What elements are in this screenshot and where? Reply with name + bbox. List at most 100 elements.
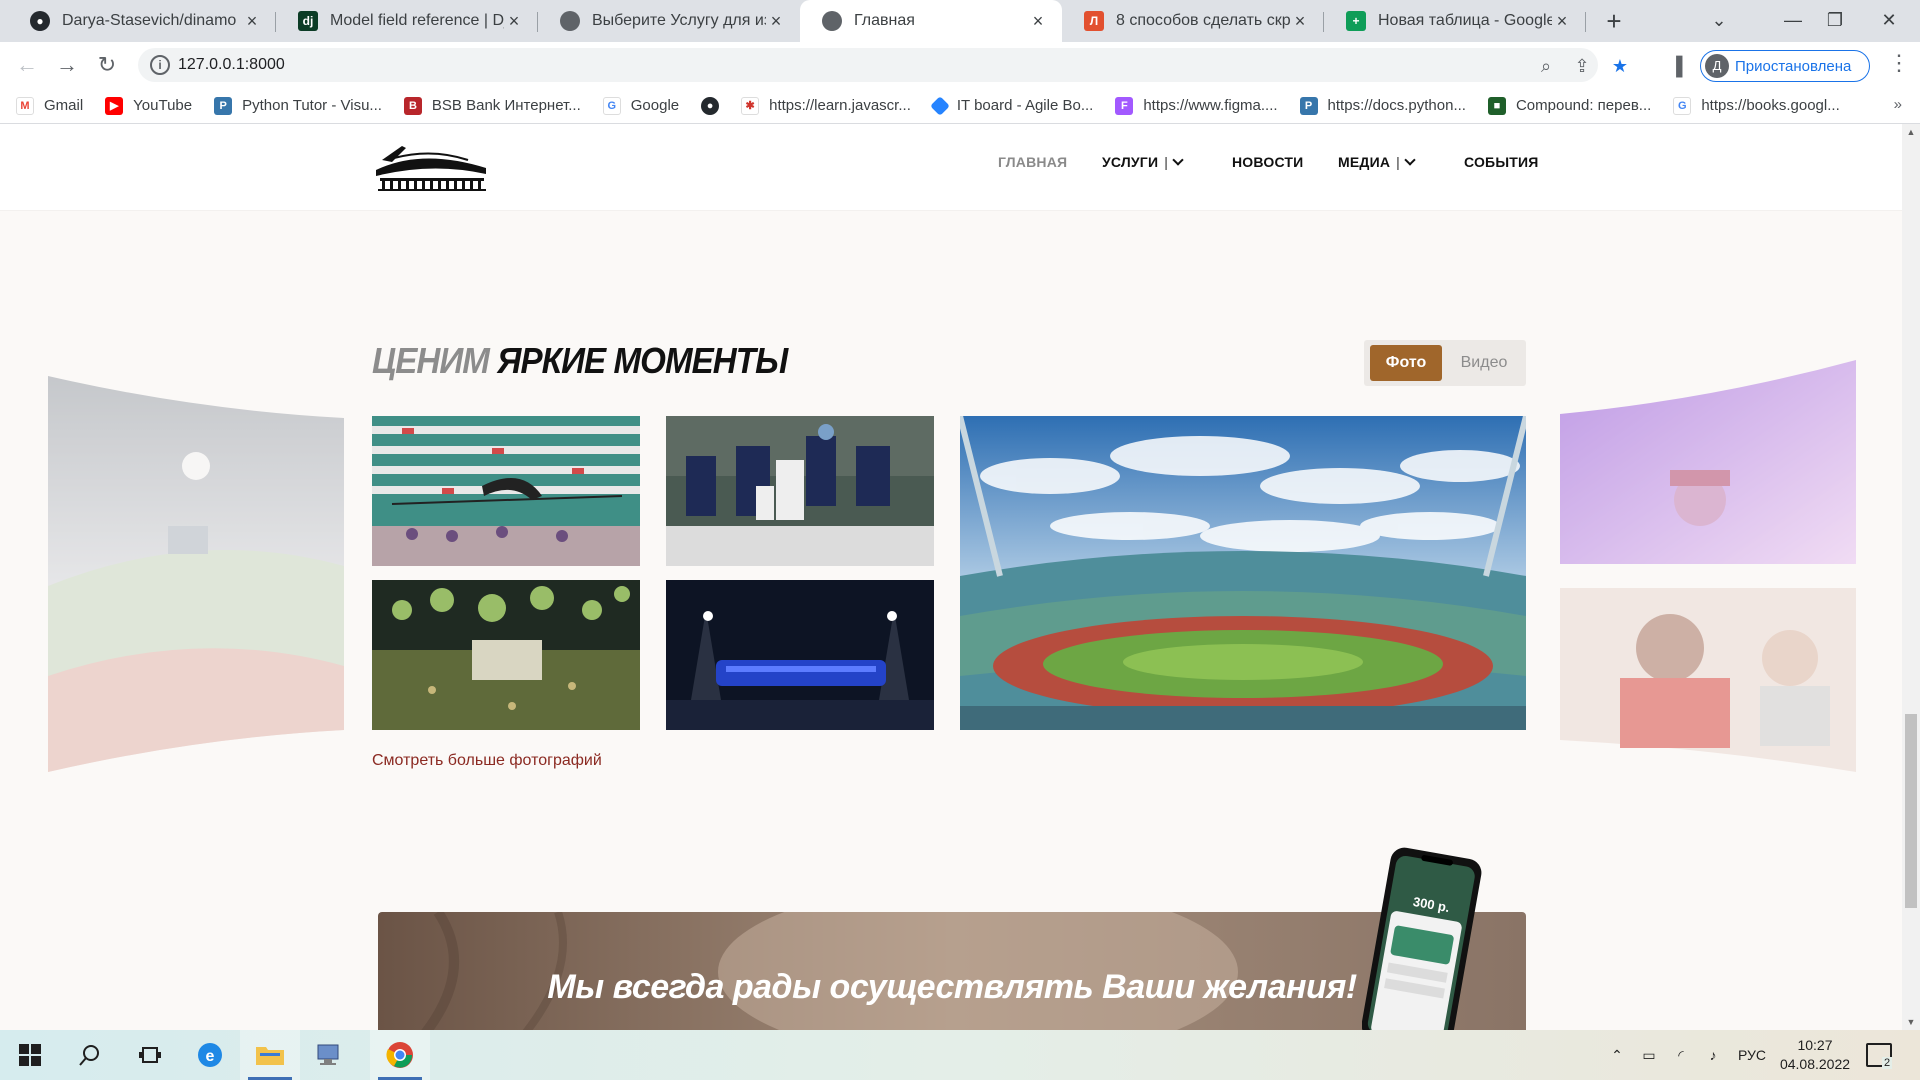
browser-tab[interactable]: Л 8 способов сделать скрин ×	[1062, 0, 1324, 42]
gmail-icon: M	[16, 96, 34, 115]
tab-strip: ● Darya-Stasevich/dinamo × dj Model fiel…	[0, 0, 1920, 42]
menu-icon[interactable]: ⋮	[1884, 50, 1914, 76]
network-app-icon[interactable]	[300, 1030, 360, 1080]
bookmark-item[interactable]: ✱ https://learn.javascr...	[741, 96, 911, 115]
close-tab-icon[interactable]: ×	[1028, 11, 1048, 32]
bookmark-item[interactable]: B BSB Bank Интернет...	[403, 96, 581, 115]
volume-icon[interactable]: ♪	[1700, 1047, 1726, 1063]
tab-search-icon[interactable]: ⌄	[1696, 0, 1742, 42]
bookmark-item[interactable]: ▶ YouTube	[105, 96, 192, 115]
more-photos-link[interactable]: Смотреть больше фотографий	[372, 752, 602, 770]
bsb-icon: B	[403, 96, 422, 115]
file-explorer-icon[interactable]	[240, 1030, 300, 1080]
scroll-down-arrow-icon[interactable]: ▼	[1902, 1014, 1920, 1030]
bookmark-item[interactable]: G Google	[602, 96, 679, 115]
stadium-logo[interactable]	[372, 138, 490, 192]
windows-start-icon[interactable]	[0, 1030, 60, 1080]
next-slide-preview[interactable]	[1560, 360, 1856, 564]
browser-tab-active[interactable]: Главная ×	[800, 0, 1062, 42]
task-view-icon[interactable]	[120, 1030, 180, 1080]
url-text[interactable]: 127.0.0.1:8000	[178, 48, 285, 82]
gallery-photo[interactable]	[666, 416, 934, 566]
chevron-down-icon	[1404, 154, 1416, 166]
nav-services[interactable]: УСЛУГИ |	[1102, 154, 1184, 170]
close-tab-icon[interactable]: ×	[504, 11, 524, 32]
browser-tab[interactable]: dj Model field reference | Djan ×	[276, 0, 538, 42]
profile-status: Приостановлена	[1735, 57, 1852, 75]
close-tab-icon[interactable]: ×	[1290, 11, 1310, 32]
nav-media[interactable]: МЕДИА |	[1338, 154, 1416, 170]
new-tab-button[interactable]: +	[1598, 6, 1630, 36]
gallery-photo[interactable]	[372, 580, 640, 730]
close-tab-icon[interactable]: ×	[1552, 11, 1572, 32]
figma-icon: F	[1115, 96, 1134, 115]
globe-icon	[560, 11, 580, 31]
scroll-up-arrow-icon[interactable]: ▲	[1902, 124, 1920, 140]
prev-slide-preview[interactable]	[48, 376, 344, 772]
wifi-icon[interactable]: ◜	[1668, 1047, 1694, 1064]
google-icon: G	[602, 96, 621, 115]
phone-mockup-image: 300 р.	[1361, 846, 1482, 1030]
bookmark-item[interactable]: P Python Tutor - Visu...	[214, 96, 382, 115]
back-icon[interactable]: ←	[12, 50, 42, 80]
profile-button[interactable]: Д Приостановлена	[1700, 50, 1870, 82]
input-language[interactable]: РУС	[1738, 1047, 1766, 1063]
gallery-photo[interactable]	[372, 416, 640, 566]
share-icon[interactable]: ⇪	[1572, 56, 1592, 76]
notifications-button[interactable]: 2	[1866, 1030, 1902, 1080]
minimize-button[interactable]: —	[1770, 0, 1816, 42]
browser-tab[interactable]: Выберите Услугу для изме ×	[538, 0, 800, 42]
address-bar[interactable]: i 127.0.0.1:8000 ⌕ ⇪ ★	[138, 48, 1628, 82]
avatar: Д	[1705, 54, 1729, 78]
gallery-photo-featured[interactable]	[960, 416, 1526, 730]
python-icon: P	[1299, 96, 1318, 115]
browser-toolbar: ← → ↻ i 127.0.0.1:8000 ⌕ ⇪ ★ ▐ Д Приоста…	[0, 42, 1920, 88]
close-tab-icon[interactable]: ×	[766, 11, 786, 32]
taskbar-clock[interactable]: 10:27 04.08.2022	[1776, 1036, 1854, 1074]
bookmark-item[interactable]: Phttps://docs.python...	[1299, 96, 1466, 115]
next-slide-preview[interactable]	[1560, 588, 1856, 772]
close-window-button[interactable]: ✕	[1866, 0, 1912, 42]
scrollbar-thumb[interactable]	[1905, 714, 1917, 908]
chrome-icon[interactable]	[370, 1030, 430, 1080]
google-icon: G	[1673, 96, 1692, 115]
nav-news[interactable]: НОВОСТИ	[1232, 154, 1303, 170]
bookmark-item[interactable]: ■ Compound: перев...	[1487, 96, 1651, 115]
restore-button[interactable]: ❐	[1812, 0, 1858, 42]
browser-tab[interactable]: ● Darya-Stasevich/dinamo ×	[8, 0, 276, 42]
close-tab-icon[interactable]: ×	[242, 11, 262, 32]
lifehacker-icon: Л	[1084, 11, 1104, 31]
reload-icon[interactable]: ↻	[92, 50, 122, 80]
zoom-icon[interactable]: ⌕	[1536, 56, 1556, 76]
browser-tab[interactable]: + Новая таблица - Google Та ×	[1324, 0, 1586, 42]
page-viewport: ГЛАВНАЯ УСЛУГИ | НОВОСТИ МЕДИА | СОБЫТИЯ…	[0, 124, 1920, 1030]
page-scrollbar[interactable]: ▲ ▼	[1902, 124, 1920, 1030]
nav-events[interactable]: СОБЫТИЯ	[1464, 154, 1539, 170]
bookmark-item[interactable]: M Gmail	[16, 96, 83, 115]
github-icon: ●	[30, 11, 50, 31]
notification-count: 2	[1882, 1057, 1893, 1069]
github-icon: ●	[701, 96, 720, 115]
battery-icon[interactable]: ▭	[1636, 1047, 1662, 1064]
forward-icon[interactable]: →	[52, 50, 82, 80]
gallery-photo[interactable]	[666, 580, 934, 730]
django-icon: dj	[298, 11, 318, 31]
bookmark-star-icon[interactable]: ★	[1610, 56, 1630, 76]
bookmark-item[interactable]: Ghttps://books.googl...	[1673, 96, 1840, 115]
photo-tab-button[interactable]: Фото	[1370, 345, 1442, 381]
site-header: ГЛАВНАЯ УСЛУГИ | НОВОСТИ МЕДИА | СОБЫТИЯ	[0, 124, 1902, 210]
tray-overflow-icon[interactable]: ⌃	[1604, 1047, 1630, 1064]
video-tab-button[interactable]: Видео	[1448, 345, 1520, 381]
more-bookmarks-icon[interactable]: »	[1894, 96, 1902, 113]
section-heading: ЦЕНИМ ЯРКИЕ МОМЕНТЫ	[372, 340, 788, 381]
bookmark-item[interactable]: ●	[701, 96, 720, 115]
bookmark-item[interactable]: Fhttps://www.figma....	[1115, 96, 1278, 115]
site-info-icon[interactable]: i	[150, 55, 170, 75]
side-panel-icon[interactable]: ▐	[1666, 56, 1686, 76]
search-icon[interactable]	[60, 1030, 120, 1080]
nav-home[interactable]: ГЛАВНАЯ	[998, 154, 1067, 170]
bookmarks-bar: M Gmail ▶ YouTube P Python Tutor - Visu... …	[0, 88, 1920, 124]
edge-browser-icon[interactable]: e	[180, 1030, 240, 1080]
taskbar: e ⌃ ▭ ◜ ♪ РУС 10:27 04.08.2022 2	[0, 1030, 1920, 1080]
bookmark-item[interactable]: IT board - Agile Bo...	[929, 95, 1093, 116]
